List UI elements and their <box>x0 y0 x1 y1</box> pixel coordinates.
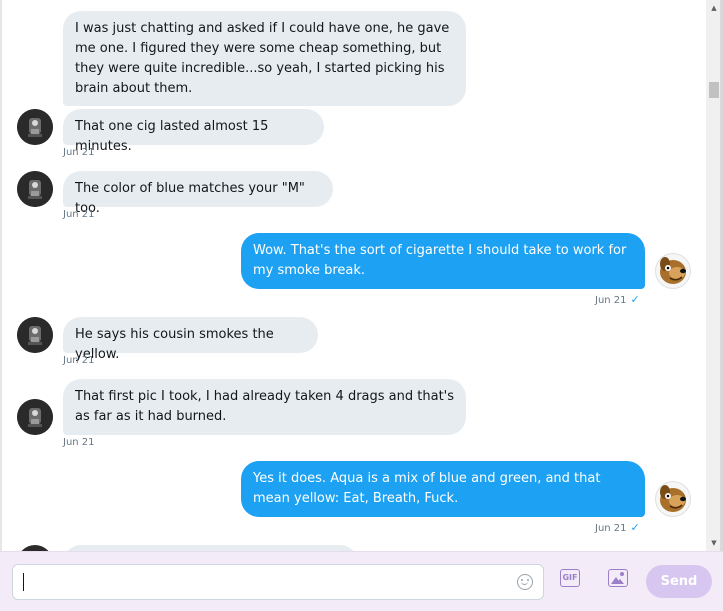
message-text: Wow. That's the sort of cigarette I shou… <box>253 243 627 278</box>
message-timestamp: Jun 21 ✓ <box>595 293 640 306</box>
message-text: The color of blue matches your "M" too. <box>75 181 305 216</box>
contact-avatar[interactable] <box>17 109 53 145</box>
timestamp-text: Jun 21 <box>595 295 627 306</box>
message-text: He says his cousin smokes the yellow. <box>75 327 274 362</box>
message-timestamp: Jun 21 ✓ <box>595 521 640 534</box>
message-input[interactable] <box>12 564 544 600</box>
checkmark-icon: ✓ <box>630 293 640 306</box>
message-text: Yes it does. Aqua is a mix of blue and g… <box>253 471 601 506</box>
message-text: I was just chatting and asked if I could… <box>75 21 450 96</box>
send-button[interactable]: Send <box>646 565 712 598</box>
incoming-message-bubble: He says his cousin smokes the yellow. <box>63 317 318 362</box>
gif-icon: GIF <box>562 573 578 582</box>
contact-avatar[interactable] <box>17 399 53 435</box>
incoming-message-bubble: The color of blue matches your "M" too. <box>63 171 333 216</box>
user-avatar[interactable] <box>655 481 691 517</box>
incoming-message-bubble: I was just chatting and asked if I could… <box>63 11 466 106</box>
emoji-icon[interactable] <box>517 574 533 590</box>
message-timestamp: Jun 21 <box>63 147 95 158</box>
outgoing-message-bubble: Wow. That's the sort of cigarette I shou… <box>241 233 645 289</box>
message-composer: GIF Send <box>0 551 723 611</box>
contact-avatar[interactable] <box>17 317 53 353</box>
message-timestamp: Jun 21 <box>63 209 95 220</box>
message-thread[interactable]: I was just chatting and asked if I could… <box>0 0 705 551</box>
outgoing-message-bubble: Yes it does. Aqua is a mix of blue and g… <box>241 461 645 517</box>
contact-avatar[interactable] <box>17 171 53 207</box>
scrollbar-thumb[interactable] <box>709 82 719 98</box>
user-avatar[interactable] <box>655 253 691 289</box>
gif-button[interactable]: GIF <box>560 569 580 587</box>
image-icon[interactable] <box>608 569 628 587</box>
incoming-message-bubble: That one cig lasted almost 15 minutes. <box>63 109 324 154</box>
incoming-message-bubble: That first pic I took, I had already tak… <box>63 379 466 435</box>
timestamp-text: Jun 21 <box>595 523 627 534</box>
message-timestamp: Jun 21 <box>63 355 95 366</box>
message-text: That first pic I took, I had already tak… <box>75 389 455 424</box>
message-text: That one cig lasted almost 15 minutes. <box>75 119 269 154</box>
message-timestamp: Jun 21 <box>63 437 95 448</box>
checkmark-icon: ✓ <box>630 521 640 534</box>
text-cursor <box>23 573 24 591</box>
